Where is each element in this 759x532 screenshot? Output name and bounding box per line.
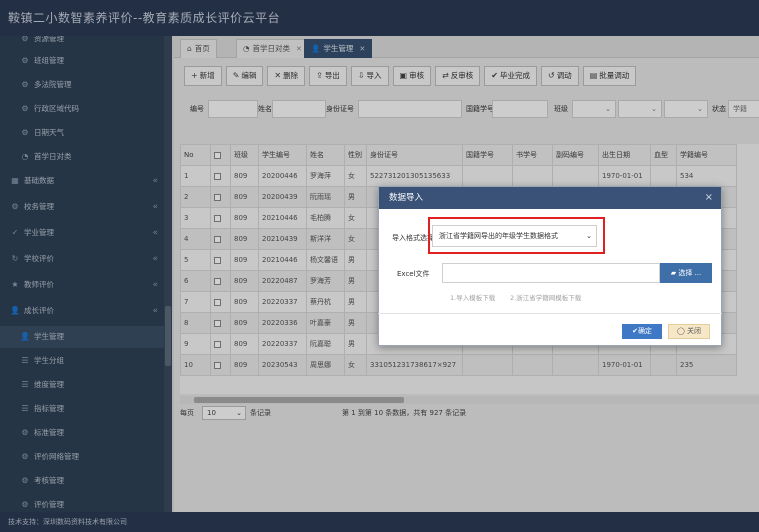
highlight-box [428,217,605,254]
confirm-button[interactable]: ✔确定 [622,324,662,339]
dialog-title: 数据导入 [389,193,424,203]
close-icon[interactable]: × [705,187,713,209]
dialog-header: 数据导入 × [379,187,721,209]
template-download-link[interactable]: 1.导入模板下载 [450,292,495,302]
choose-file-label: 选择 ... [678,269,702,277]
zj-template-download-link[interactable]: 2.浙江省学籍网模板下载 [510,292,581,302]
choose-file-button[interactable]: ▰ 选择 ... [660,263,712,283]
confirm-label: 确定 [637,327,652,335]
close-label: 关闭 [687,327,702,335]
close-circle-icon: ◯ [676,327,688,335]
close-button[interactable]: ◯ 关闭 [668,324,710,339]
excel-file-label: Excel文件 [397,270,430,278]
excel-file-input[interactable] [442,263,660,283]
dialog-footer-divider [378,313,722,314]
